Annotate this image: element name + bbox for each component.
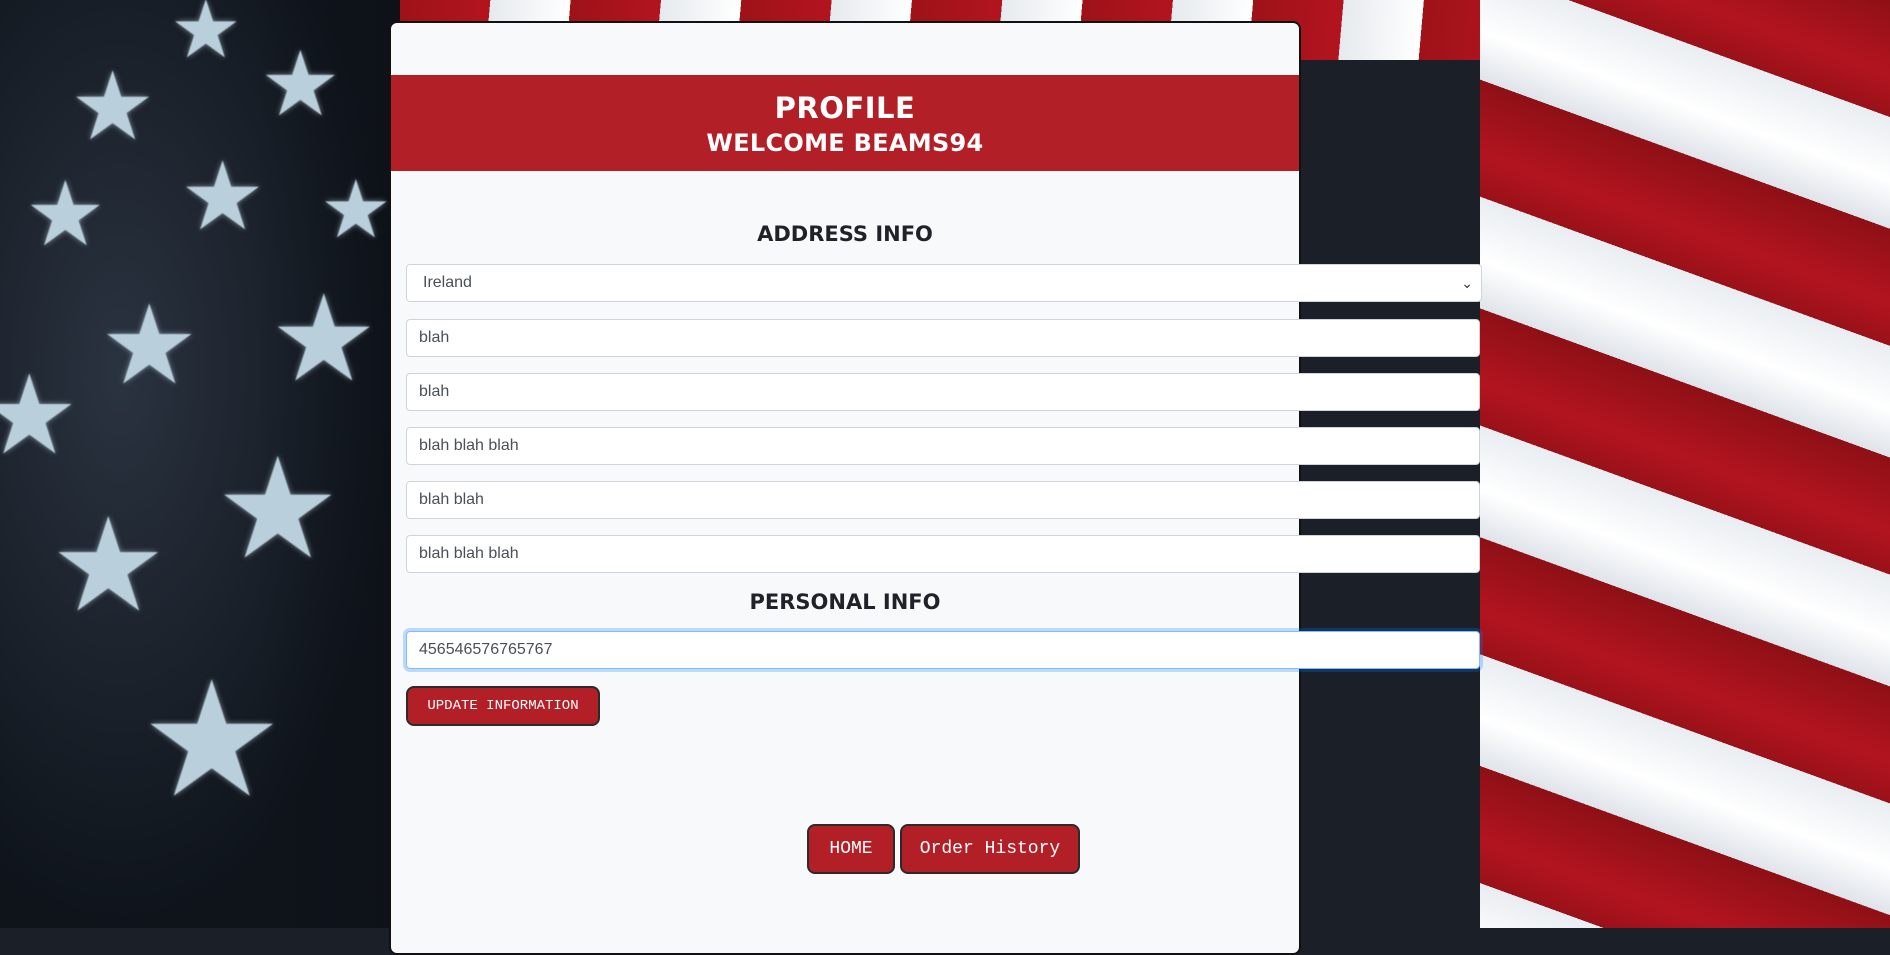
star-icon: ★ (70, 52, 156, 162)
address-line-1-field[interactable]: blah (406, 319, 1480, 357)
star-icon: ★ (100, 281, 199, 409)
star-icon: ★ (215, 428, 341, 591)
star-icon: ★ (260, 32, 341, 137)
profile-card: PROFILE WELCOME BEAMS94 ADDRESS INFO Ire… (389, 21, 1482, 955)
address-line-4-field[interactable]: blah blah (406, 481, 1480, 519)
address-line-3-field[interactable]: blah blah blah (406, 427, 1480, 465)
address-line-2-field[interactable]: blah (406, 373, 1480, 411)
country-select[interactable]: Ireland ⌄ (406, 264, 1482, 302)
welcome-text: WELCOME BEAMS94 (706, 129, 984, 157)
address-line-5-field[interactable]: blah blah blah (406, 535, 1480, 573)
star-icon: ★ (0, 351, 79, 479)
star-icon: ★ (140, 646, 284, 833)
star-icon: ★ (25, 162, 106, 267)
country-selected-value: Ireland (423, 274, 472, 291)
personal-info-heading: PERSONAL INFO (749, 590, 941, 614)
update-information-button[interactable]: UPDATE INFORMATION (406, 686, 600, 726)
flag-stripes (1480, 0, 1890, 928)
order-history-button[interactable]: Order History (900, 824, 1080, 874)
star-icon: ★ (50, 489, 167, 641)
chevron-down-icon: ⌄ (1461, 275, 1473, 291)
star-icon: ★ (320, 163, 392, 256)
page-title: PROFILE (774, 91, 916, 125)
star-icon: ★ (170, 0, 242, 76)
home-button[interactable]: HOME (807, 824, 895, 874)
phone-field[interactable]: 456546576765767 (406, 631, 1480, 669)
star-icon: ★ (270, 270, 378, 409)
star-icon: ★ (180, 142, 266, 252)
profile-banner: PROFILE WELCOME BEAMS94 (391, 75, 1299, 171)
address-info-heading: ADDRESS INFO (757, 222, 933, 246)
